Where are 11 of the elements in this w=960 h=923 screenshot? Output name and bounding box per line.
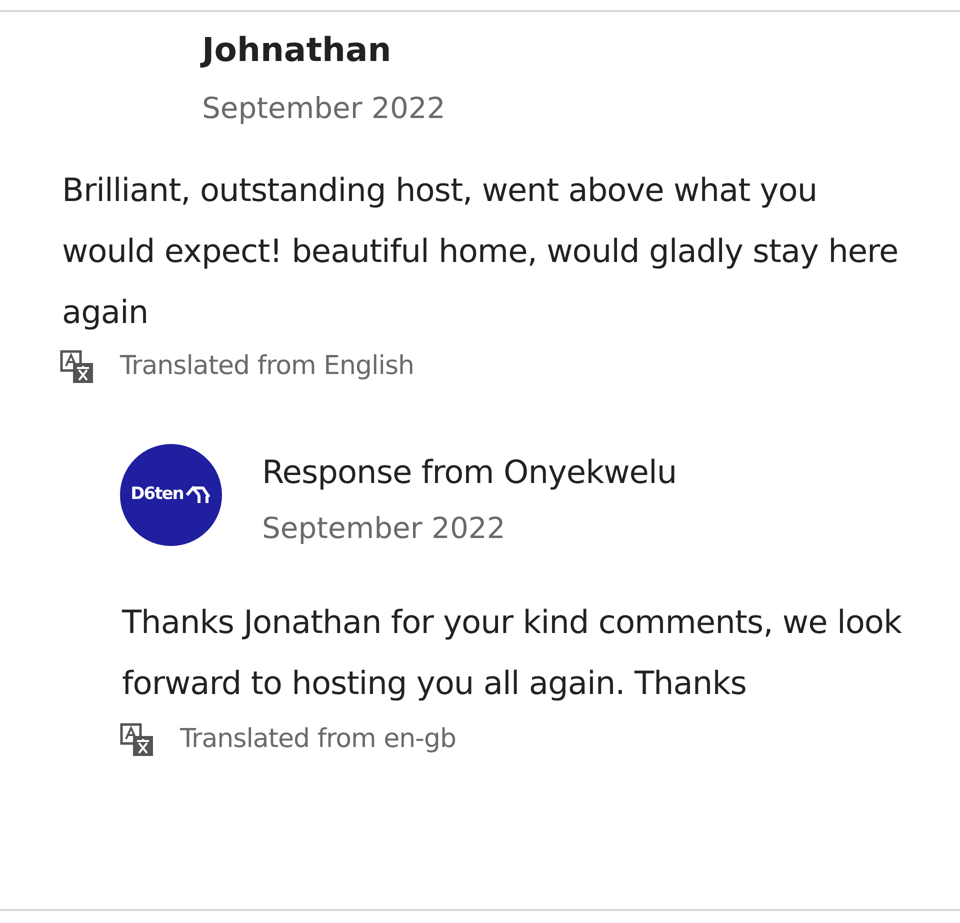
- response-title: Response from Onyekwelu: [262, 452, 677, 493]
- review-text: Brilliant, outstanding host, went above what you would expect! beautiful home, would gladly stay here again: [61, 170, 900, 333]
- translation-note: Translated from en-gb: [180, 723, 456, 756]
- host-logo: D6ten: [120, 444, 222, 546]
- response-text: Thanks Jonathan for your kind comments, we look forward to hosting you all again. Thanks: [120, 602, 903, 704]
- reviewer-name: Johnathan: [202, 29, 392, 71]
- translate-icon: [60, 350, 94, 384]
- response-date: September 2022: [262, 510, 506, 547]
- translation-note: Translated from English: [120, 350, 414, 383]
- translate-icon: [120, 722, 154, 756]
- review-date: September 2022: [202, 90, 446, 127]
